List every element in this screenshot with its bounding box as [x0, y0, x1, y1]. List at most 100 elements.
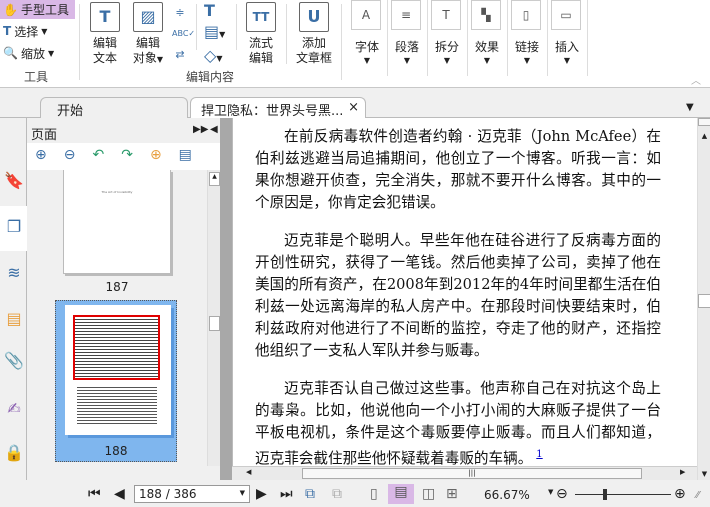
facing-pages-icon[interactable]: ◫: [422, 486, 435, 502]
page-number-input[interactable]: 188 / 386 ▼: [134, 485, 250, 503]
effect-icon: ▚: [471, 0, 501, 30]
page-number-187: 187: [105, 280, 129, 294]
pages-icon[interactable]: ❐: [3, 216, 25, 238]
add-shape-icon[interactable]: ◇▼: [204, 45, 225, 69]
chevron-down-icon: ▼: [443, 56, 451, 65]
add-text-icon[interactable]: T: [204, 0, 225, 21]
edit-object-button[interactable]: ▨ 编辑 对象▼: [128, 2, 168, 67]
insert-icon: ▭: [551, 0, 581, 30]
continuous-page-icon[interactable]: ▤: [388, 484, 414, 504]
next-view-icon[interactable]: ⧉: [332, 486, 342, 502]
group-label-edit-content: 编辑内容: [186, 70, 235, 84]
spellcheck-icon[interactable]: ABC✓: [172, 23, 195, 44]
chevron-down-icon: ▼: [363, 56, 371, 65]
edit-text-button[interactable]: T 编辑 文本: [88, 2, 122, 66]
chevron-down-icon: ▼: [483, 56, 491, 65]
visible-area-box[interactable]: [73, 315, 160, 380]
chevron-down-icon: ▼: [403, 56, 411, 65]
chevron-down-icon: ▼: [523, 56, 531, 65]
resize-grip-icon[interactable]: ⁄⁄: [696, 490, 699, 501]
signature-icon[interactable]: ✍: [3, 398, 25, 420]
comments-icon[interactable]: ▤: [3, 308, 25, 330]
panel-splitter[interactable]: [220, 118, 232, 480]
article-frame-icon: ᑌ: [299, 2, 329, 32]
text-line: 迈克菲是个聪明人。早些年他在硅谷进行了反病毒方面的: [284, 232, 661, 249]
attachment-icon[interactable]: 📎: [3, 350, 25, 372]
collapse-ribbon-icon[interactable]: ︿: [691, 72, 701, 87]
line-spacing-icon[interactable]: ≑: [172, 2, 188, 23]
flow-edit-icon: TT: [246, 2, 276, 32]
format-button-1[interactable]: ≡ 段落 ▼: [387, 0, 427, 88]
thumbnail-list: The Art of Invisibility 187 188: [27, 170, 207, 466]
text-line: 开创性研究，获得了一笔钱。然后他卖掉了公司，卖掉了他在: [255, 254, 661, 271]
zoom-level[interactable]: 66.67%: [484, 488, 530, 502]
zoom-dropdown-icon[interactable]: ▼: [548, 488, 553, 496]
previous-view-icon[interactable]: ⧉: [305, 486, 315, 502]
chevron-down-icon: ▼: [563, 56, 571, 65]
select-tool-button[interactable]: T 选择 ▼: [0, 21, 47, 41]
text-replace-icon[interactable]: ⇄: [172, 44, 188, 65]
panel-title: 页面: [31, 128, 58, 143]
tab-home[interactable]: 开始: [40, 97, 188, 119]
zoom-slider[interactable]: [575, 489, 671, 500]
expand-panel-icon[interactable]: ▶▶: [193, 124, 208, 135]
text-line: 的毒枭。比如，他说他向一个小打小闹的大麻贩子提供了一台: [255, 402, 661, 419]
format-button-5[interactable]: ▭ 插入 ▼: [547, 0, 587, 88]
zoom-tool-button[interactable]: 🔍 缩放 ▼: [0, 43, 54, 63]
next-page-icon[interactable]: ▶: [256, 486, 267, 502]
add-article-frame-button[interactable]: ᑌ 添加 文章框: [293, 2, 335, 66]
paragraph: 迈克菲是个聪明人。早些年他在硅谷进行了反病毒方面的开创性研究，获得了一笔钱。然后…: [255, 230, 661, 362]
add-image-icon[interactable]: ▤▼: [204, 21, 225, 45]
format-button-4[interactable]: ▯ 链接 ▼: [507, 0, 547, 88]
document-view: 在前反病毒软件创造者约翰 · 迈克菲（John McAfee）在伯利兹逃避当局追…: [232, 118, 697, 466]
text-line: 美国的所有资产，在2008年到2012年的4年时间里都生活在伯: [255, 276, 661, 293]
first-page-icon[interactable]: ⏮: [88, 486, 101, 502]
continuous-facing-icon[interactable]: ⊞: [446, 486, 458, 502]
text-line: 在前反病毒软件创造者约翰 · 迈克菲（John McAfee）在: [284, 128, 661, 145]
page-thumbnail-187[interactable]: The Art of Invisibility: [63, 170, 171, 274]
text-line: 迈克菲否认自己做过这些事。他声称自己在对抗这个岛上: [284, 380, 661, 397]
font-icon: A: [351, 0, 381, 30]
text-line: 果你想避开侦查，完全消失，那就不要开什么博客。其中的一: [255, 172, 661, 189]
rotate-left-icon[interactable]: ↶: [92, 147, 104, 167]
edit-text-icon: T: [90, 2, 120, 32]
close-tab-icon[interactable]: ×: [348, 100, 359, 115]
bookmark-icon[interactable]: 🔖: [3, 170, 25, 192]
document-horizontal-scrollbar[interactable]: ◀ ||| ▶: [232, 466, 697, 480]
format-button-0[interactable]: A 字体 ▼: [347, 0, 387, 88]
rotate-right-icon[interactable]: ↷: [121, 147, 133, 167]
enlarge-thumbnail-icon[interactable]: ⊕: [35, 147, 47, 167]
format-button-3[interactable]: ▚ 效果 ▼: [467, 0, 507, 88]
zoom-out-icon[interactable]: ⊖: [556, 486, 568, 502]
text-line: 个原因是，你肯定会犯错误。: [255, 194, 445, 211]
tab-bar: 开始 捍卫隐私：世界头号黑... × ▼: [0, 88, 710, 119]
text-line: 伯利兹逃避当局追捕期间，他创立了一个博客。听我一言：如: [255, 150, 661, 167]
text-line: 迈克菲会截住那些他怀疑载着毒贩的车辆。 1: [255, 449, 543, 466]
security-lock-icon[interactable]: 🔒: [3, 442, 25, 464]
split-icon: T: [431, 0, 461, 30]
format-button-2[interactable]: T 拆分 ▼: [427, 0, 467, 88]
flow-edit-button[interactable]: TT 流式 编辑: [244, 2, 278, 66]
insert-page-icon[interactable]: ⊕: [150, 147, 162, 167]
collapse-panel-icon[interactable]: ◀: [210, 124, 218, 135]
hand-tool-button[interactable]: ✋ 手型工具: [0, 0, 75, 19]
text-line: 利兹政府对他进行了不间断的监控，夺走了他的财产，还指控: [255, 320, 661, 337]
zoom-in-icon[interactable]: ⊕: [674, 486, 686, 502]
paragraph: 在前反病毒软件创造者约翰 · 迈克菲（John McAfee）在伯利兹逃避当局追…: [255, 126, 661, 214]
last-page-icon[interactable]: ⏭: [280, 486, 293, 502]
tab-list-dropdown-icon[interactable]: ▼: [686, 102, 694, 113]
paragraph: 迈克菲否认自己做过这些事。他声称自己在对抗这个岛上的毒枭。比如，他说他向一个小打…: [255, 378, 661, 466]
single-page-icon[interactable]: ▯: [370, 486, 378, 502]
text-line: 利兹一处远离海岸的私人房产中。在那段时间快要结束时，伯: [255, 298, 661, 315]
page-thumbnail-188-selected[interactable]: 188: [55, 300, 177, 462]
document-vertical-scrollbar[interactable]: ▲ ▼: [697, 118, 710, 480]
tab-document[interactable]: 捍卫隐私：世界头号黑... ×: [190, 97, 366, 119]
shrink-thumbnail-icon[interactable]: ⊖: [64, 147, 76, 167]
layers-icon[interactable]: ≋: [3, 262, 25, 284]
zoom-in-icon: 🔍: [3, 46, 18, 60]
page-properties-icon[interactable]: ▤: [179, 147, 192, 167]
text-line: 他组织了一支私人军队并参与贩毒。: [255, 342, 489, 359]
footnote-link[interactable]: 1: [536, 449, 542, 460]
thumbnail-scrollbar[interactable]: ▲: [207, 170, 220, 466]
previous-page-icon[interactable]: ◀: [114, 486, 125, 502]
